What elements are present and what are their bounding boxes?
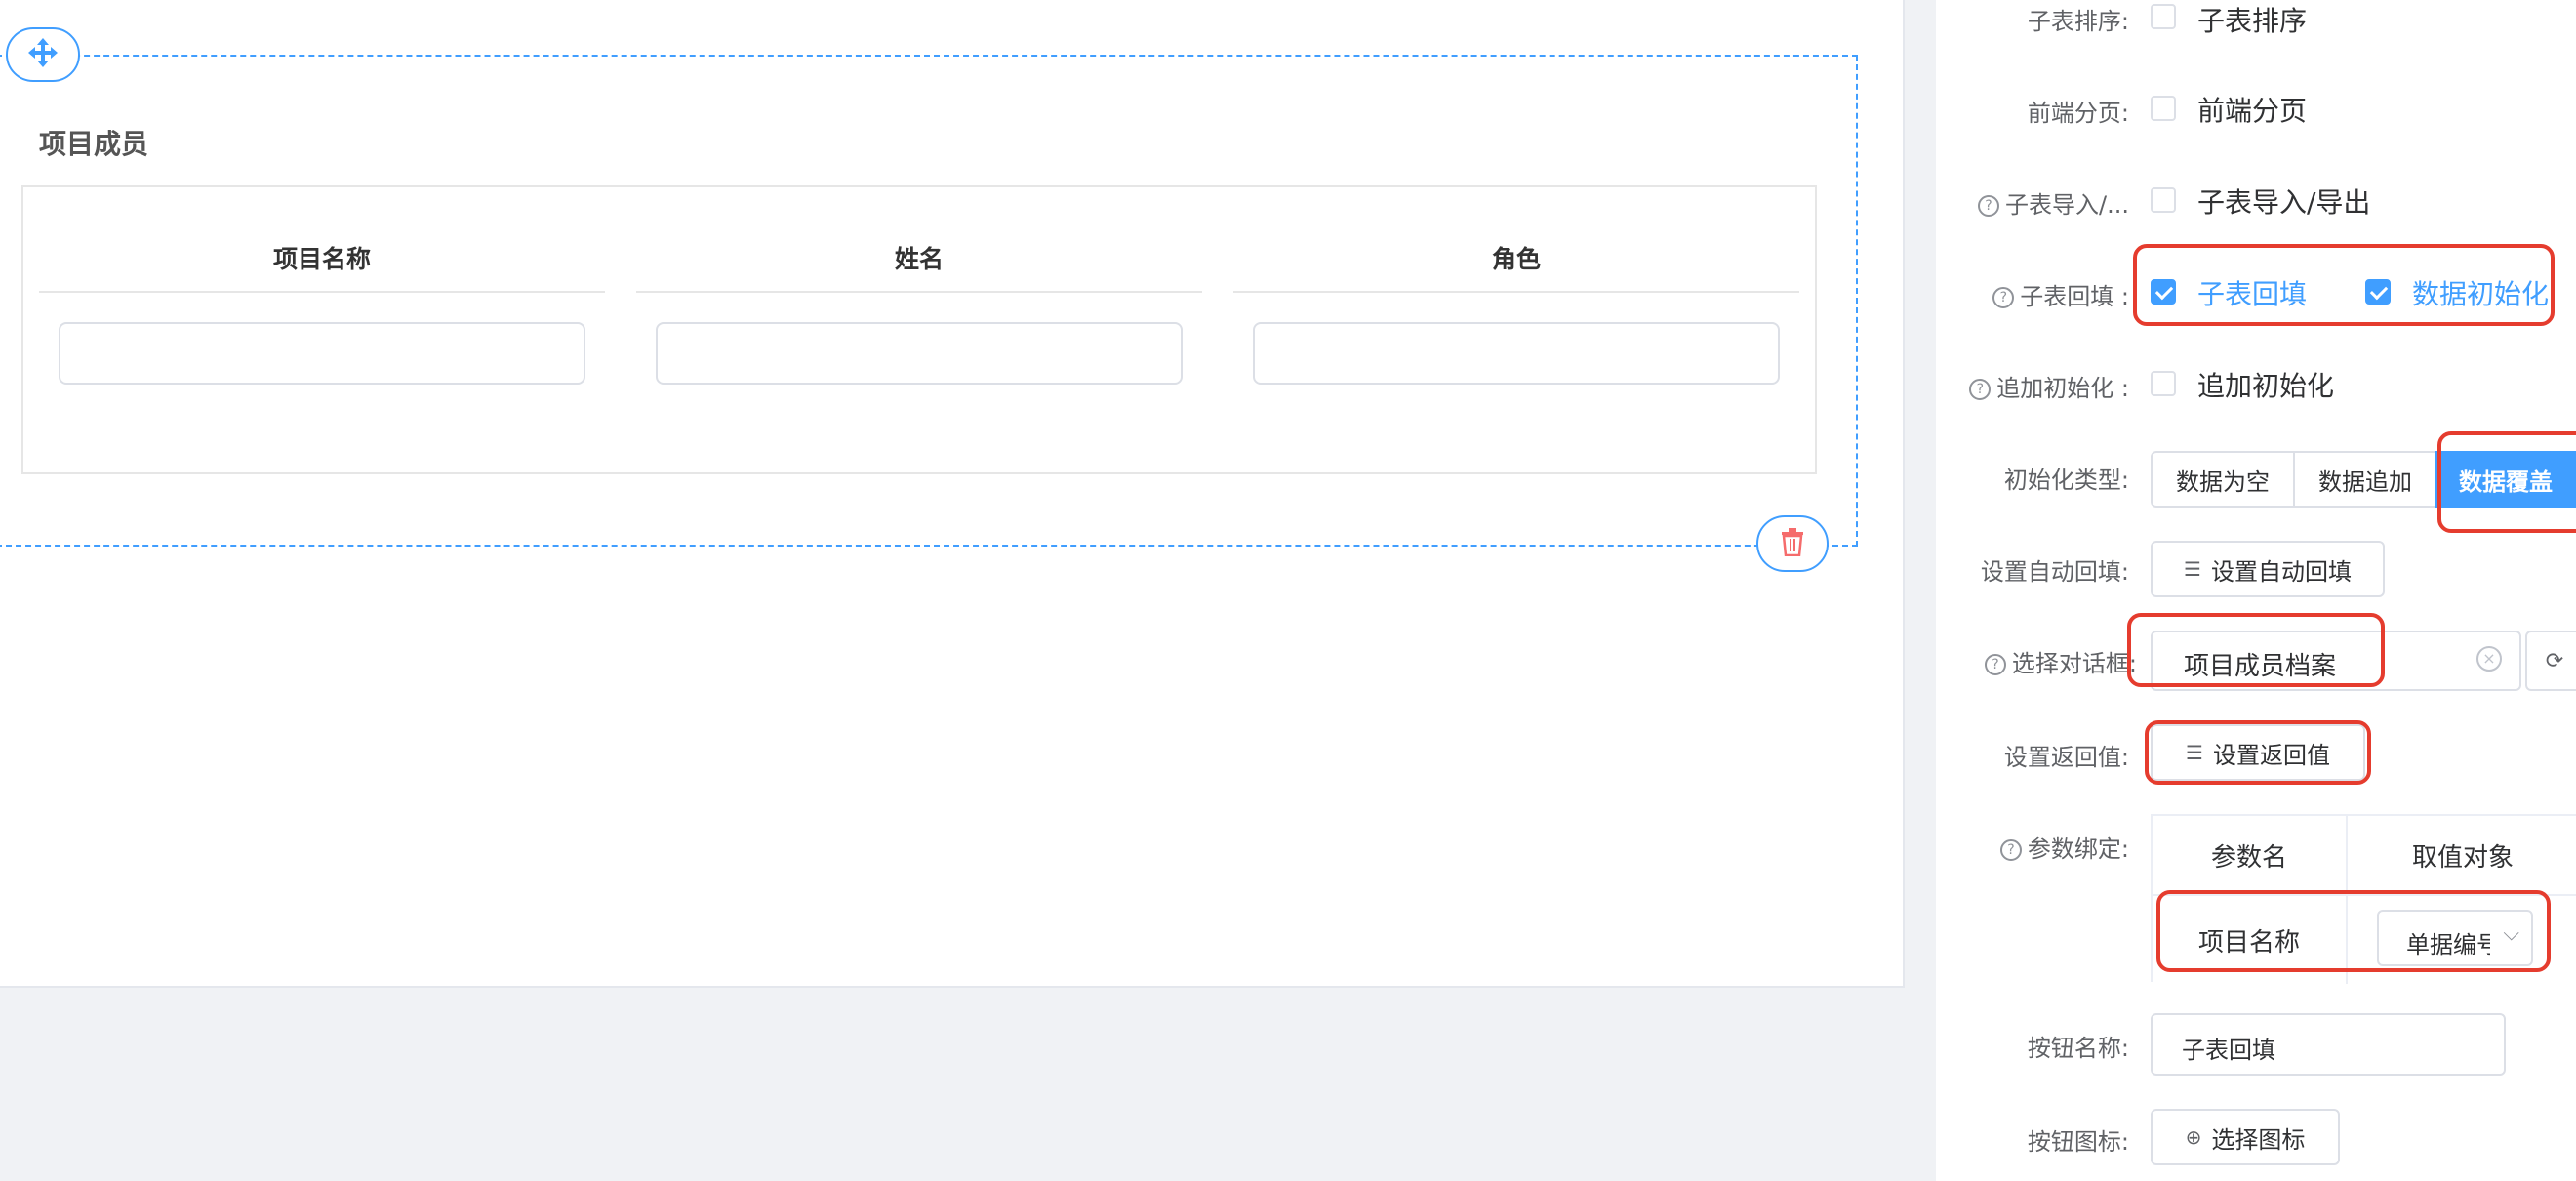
dialog-label-text: 选择对话框: xyxy=(2011,650,2137,677)
dialog-label: ? 选择对话框: xyxy=(1981,644,2137,678)
paging-option[interactable]: 前端分页 xyxy=(2197,90,2307,129)
auto-backfill-button[interactable]: ☰ 设置自动回填 xyxy=(2151,541,2385,597)
backfill-label-text: 子表回填 : xyxy=(2020,283,2129,310)
param-binding-label-text: 参数绑定: xyxy=(2027,835,2129,863)
button-name-value: 子表回填 xyxy=(2182,1037,2275,1064)
append-init-checkbox[interactable] xyxy=(2151,371,2176,396)
question-icon: ? xyxy=(1984,654,2006,675)
data-init-option[interactable]: 数据初始化 xyxy=(2412,273,2549,312)
cell-input[interactable] xyxy=(656,322,1183,385)
param-binding-label: ? 参数绑定: xyxy=(1991,830,2129,864)
panel-gutter xyxy=(1905,0,1936,1181)
auto-backfill-button-label: 设置自动回填 xyxy=(2210,557,2352,586)
clear-icon[interactable]: × xyxy=(2476,646,2502,672)
highlight-box xyxy=(2437,431,2576,533)
sort-checkbox[interactable] xyxy=(2151,4,2176,29)
question-icon: ? xyxy=(1992,287,2015,308)
param-header: 取值对象 xyxy=(2348,816,2576,896)
import-export-label: ? 子表导入/... xyxy=(1952,185,2129,220)
init-type-empty[interactable]: 数据为空 xyxy=(2151,451,2295,508)
section-title: 项目成员 xyxy=(39,128,149,160)
data-init-checkbox[interactable] xyxy=(2365,279,2391,305)
auto-backfill-label: 设置自动回填: xyxy=(1980,558,2129,586)
form-canvas: 项目成员 项目名称 姓名 角色 xyxy=(0,0,1905,988)
highlight-box xyxy=(2127,613,2385,687)
append-init-label: ? 追加初始化 : xyxy=(1961,369,2129,403)
drag-handle[interactable] xyxy=(6,27,80,82)
import-export-option[interactable]: 子表导入/导出 xyxy=(2197,182,2370,221)
import-export-checkbox[interactable] xyxy=(2151,187,2176,213)
question-icon: ? xyxy=(1978,195,2000,217)
select-icon-button[interactable]: ⊕ 选择图标 xyxy=(2151,1109,2340,1165)
return-value-label: 设置返回值: xyxy=(2003,744,2129,771)
highlight-box xyxy=(2145,720,2371,785)
button-icon-label: 按钮图标: xyxy=(2027,1128,2129,1156)
backfill-label: ? 子表回填 : xyxy=(1971,277,2129,311)
trash-icon xyxy=(1780,527,1805,560)
column-header: 项目名称 xyxy=(39,230,605,293)
move-icon xyxy=(26,36,60,73)
backfill-option[interactable]: 子表回填 xyxy=(2197,273,2307,312)
refresh-button[interactable]: ⟳ xyxy=(2525,631,2576,691)
init-type-append[interactable]: 数据追加 xyxy=(2293,451,2437,508)
list-icon: ☰ xyxy=(2184,557,2201,581)
zoom-in-icon: ⊕ xyxy=(2185,1125,2202,1149)
question-icon: ? xyxy=(1969,379,1992,400)
append-init-label-text: 追加初始化 : xyxy=(1996,375,2129,402)
refresh-icon: ⟳ xyxy=(2545,648,2564,673)
select-icon-button-label: 选择图标 xyxy=(2211,1125,2306,1154)
cell-input[interactable] xyxy=(59,322,585,385)
column-header: 姓名 xyxy=(636,230,1202,293)
button-name-input[interactable]: 子表回填 xyxy=(2151,1013,2506,1076)
highlight-box xyxy=(2156,890,2551,972)
sort-label: 子表排序: xyxy=(2027,8,2129,35)
sort-option[interactable]: 子表排序 xyxy=(2197,0,2307,39)
import-export-label-text: 子表导入/... xyxy=(2005,191,2129,219)
paging-checkbox[interactable] xyxy=(2151,96,2176,121)
param-header: 参数名 xyxy=(2153,816,2348,896)
append-init-option[interactable]: 追加初始化 xyxy=(2197,365,2334,404)
cell-input[interactable] xyxy=(1253,322,1780,385)
backfill-checkbox[interactable] xyxy=(2151,279,2176,305)
column-header: 角色 xyxy=(1233,230,1799,293)
question-icon: ? xyxy=(1999,839,2022,861)
paging-label: 前端分页: xyxy=(2027,100,2129,127)
canvas-footer-space xyxy=(0,988,1905,1181)
init-type-label: 初始化类型: xyxy=(2003,467,2129,494)
button-name-label: 按钮名称: xyxy=(2027,1035,2129,1062)
delete-widget-button[interactable] xyxy=(1756,515,1829,572)
